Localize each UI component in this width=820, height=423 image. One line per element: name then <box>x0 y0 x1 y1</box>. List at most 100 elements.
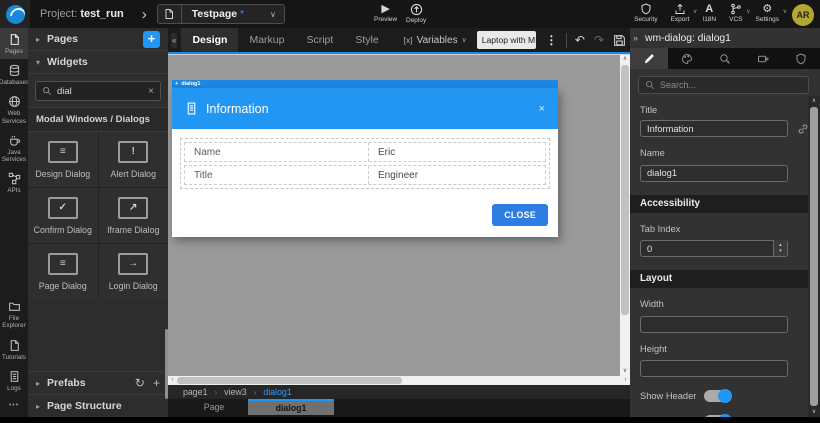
selected-widget-title: wm-dialog: dialog1 <box>645 32 731 44</box>
settings-button[interactable]: ⚙ ∨ Settings <box>756 2 788 23</box>
rail-item-logs[interactable]: Logs <box>0 365 28 396</box>
breadcrumb-dialog1[interactable]: dialog1 <box>263 387 291 397</box>
table-row[interactable]: Name Eric <box>184 142 546 162</box>
height-field[interactable] <box>640 360 788 377</box>
row-value[interactable]: Eric <box>369 147 395 158</box>
scroll-down-icon[interactable]: ∨ <box>620 367 630 376</box>
rail-item-file-explorer[interactable]: File Explorer <box>0 295 28 333</box>
prefabs-accordion[interactable]: ▸ Prefabs ↻ + <box>28 371 168 394</box>
show-header-toggle[interactable] <box>704 389 732 403</box>
scroll-up-icon[interactable]: ∧ <box>620 55 630 64</box>
tab-script[interactable]: Script <box>295 28 344 52</box>
page-structure-accordion[interactable]: ▸ Page Structure <box>28 394 168 417</box>
tab-index-field[interactable] <box>640 240 788 257</box>
rail-item-apis[interactable]: APIs <box>0 167 28 198</box>
dialog[interactable]: Information × Name Eric Title Engineer C… <box>172 88 558 237</box>
scrollbar-thumb[interactable] <box>621 65 629 316</box>
tab-events[interactable] <box>706 48 744 69</box>
save-button[interactable] <box>613 34 626 47</box>
user-avatar[interactable]: AR <box>792 3 814 26</box>
properties-search[interactable] <box>638 76 809 94</box>
rail-item-java-services[interactable]: Java Services <box>0 129 28 167</box>
step-down-icon[interactable]: ▾ <box>779 248 782 254</box>
pages-accordion[interactable]: ▸ Pages + <box>28 28 168 51</box>
scroll-up-icon[interactable]: ∧ <box>808 96 820 106</box>
scrollbar-thumb[interactable] <box>810 107 818 406</box>
dialog-selection-tag[interactable]: + dialog1 <box>172 80 558 88</box>
collapse-right-panel-button[interactable]: » <box>633 33 638 43</box>
undo-button[interactable]: ↶ <box>575 33 585 47</box>
export-button[interactable]: ∨ Export <box>671 3 697 23</box>
add-page-button[interactable]: + <box>143 30 160 48</box>
rail-item-pages[interactable]: Pages <box>0 28 28 60</box>
section-accessibility[interactable]: Accessibility <box>630 194 808 213</box>
canvas-vertical-scrollbar[interactable]: ∧ ∨ <box>620 55 630 376</box>
refresh-icon[interactable]: ↻ <box>135 376 145 390</box>
widget-search-input[interactable] <box>57 85 144 97</box>
variables-button[interactable]: [x] Variables ∨ <box>404 35 467 46</box>
dialog-body[interactable]: Name Eric Title Engineer <box>172 129 558 193</box>
widget-design-dialog[interactable]: ≡ Design Dialog <box>28 132 98 187</box>
tab-design[interactable]: Design <box>181 28 239 52</box>
tab-styles[interactable] <box>668 48 706 69</box>
breadcrumb-page1[interactable]: page1 <box>183 387 207 397</box>
row-label[interactable]: Name <box>185 143 369 161</box>
gear-icon: ⚙ <box>762 2 773 15</box>
scroll-left-icon[interactable]: ‹ <box>168 376 177 385</box>
row-label[interactable]: Title <box>185 166 369 184</box>
dialog-grid[interactable]: Name Eric Title Engineer <box>180 138 550 189</box>
widget-page-dialog[interactable]: ≡ Page Dialog <box>28 244 98 299</box>
title-field[interactable] <box>640 120 788 137</box>
security-button[interactable]: Security <box>634 2 658 23</box>
row-value[interactable]: Engineer <box>369 170 418 181</box>
page-selector[interactable]: Testpage * ∨ <box>156 4 285 24</box>
prefabs-header: Prefabs <box>47 377 86 389</box>
i18n-button[interactable]: A I18N <box>702 3 716 23</box>
widget-alert-dialog[interactable]: ! Alert Dialog <box>98 132 168 187</box>
widget-iframe-dialog[interactable]: ↗ Iframe Dialog <box>98 188 168 243</box>
name-field[interactable] <box>640 164 788 182</box>
widget-search[interactable]: × <box>35 81 161 101</box>
close-button[interactable]: CLOSE <box>492 204 548 226</box>
properties-search-input[interactable] <box>660 80 802 90</box>
tab-style[interactable]: Style <box>344 28 389 52</box>
breadcrumb-view3[interactable]: view3 <box>224 387 247 397</box>
device-selector[interactable]: Laptop with MDPI Screen ∨ <box>476 31 537 49</box>
redo-button[interactable]: ↷ <box>594 33 604 47</box>
clear-search-icon[interactable]: × <box>148 86 154 97</box>
widget-confirm-dialog[interactable]: ✓ Confirm Dialog <box>28 188 98 243</box>
widgets-accordion[interactable]: ▾ Widgets <box>28 51 168 74</box>
tab-markup[interactable]: Markup <box>238 28 295 52</box>
canvas-horizontal-scrollbar[interactable]: ‹ › <box>168 376 630 385</box>
dialog-close-icon[interactable]: × <box>539 103 545 115</box>
collapse-left-panel-button[interactable]: « <box>171 32 178 48</box>
table-row[interactable]: Title Engineer <box>184 165 546 185</box>
deploy-button[interactable]: Deploy <box>406 3 426 24</box>
rail-item-databases[interactable]: Databases <box>0 59 29 90</box>
scrollbar-thumb[interactable] <box>177 377 402 384</box>
rail-item-tutorials[interactable]: Tutorials <box>0 334 28 365</box>
tab-device[interactable] <box>744 48 782 69</box>
wavemaker-logo[interactable] <box>0 0 30 28</box>
section-layout[interactable]: Layout <box>630 270 808 288</box>
add-prefab-button[interactable]: + <box>153 376 160 390</box>
scroll-right-icon[interactable]: › <box>621 376 630 385</box>
rail-more-button[interactable]: ••• <box>0 396 28 417</box>
document-icon <box>187 102 196 115</box>
tab-security[interactable] <box>782 48 820 69</box>
stepper-buttons[interactable]: ▴ ▾ <box>773 239 787 256</box>
scroll-down-icon[interactable]: ∨ <box>808 407 820 417</box>
design-canvas[interactable]: + dialog1 Information × Name Eric Title … <box>168 54 630 376</box>
width-field[interactable] <box>640 315 788 333</box>
vcs-button[interactable]: ∨ VCS <box>729 3 751 23</box>
bottom-tab-page[interactable]: Page <box>180 399 248 415</box>
dialog-header[interactable]: Information × <box>172 88 558 129</box>
tab-properties[interactable] <box>630 48 668 69</box>
more-options-icon[interactable]: ⋮ <box>545 33 557 47</box>
bottom-tab-dialog1[interactable]: dialog1 <box>248 399 334 415</box>
widget-login-dialog[interactable]: → Login Dialog <box>98 244 168 299</box>
properties-scrollbar[interactable]: ∧ ∨ <box>808 96 820 417</box>
dialog-widget[interactable]: + dialog1 Information × Name Eric Title … <box>172 80 558 237</box>
preview-button[interactable]: ▶ Preview <box>374 3 397 23</box>
rail-item-web-services[interactable]: Web Services <box>0 90 28 128</box>
